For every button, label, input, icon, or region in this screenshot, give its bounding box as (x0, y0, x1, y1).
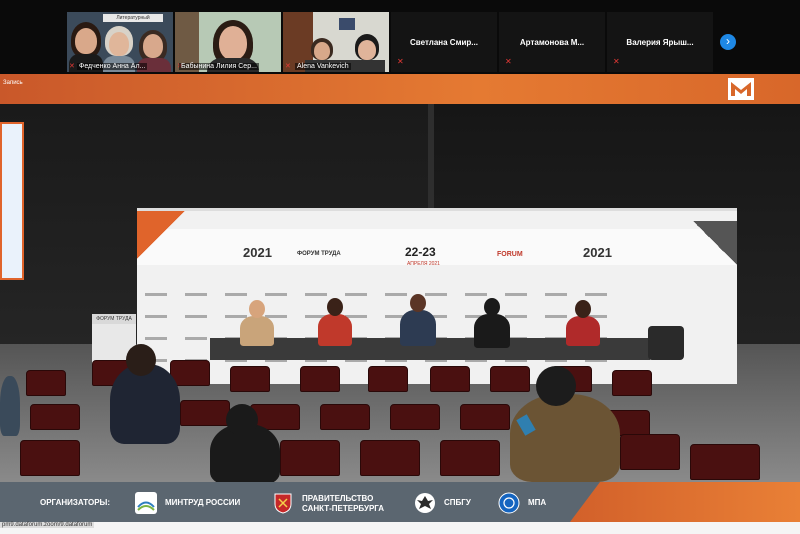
stream-url-caption: pm9.dataforum.zoom/9.dataforum (0, 522, 95, 528)
side-screen (0, 122, 24, 280)
org-mintrud: МИНТРУД РОССИИ (135, 492, 265, 514)
mpa-emblem-icon (498, 492, 520, 514)
video-tile-2[interactable]: ✕ Бабынина Лилия Сер... (175, 12, 281, 72)
main-video[interactable]: 2021 2021 ФОРУМ ТРУДА 22-23 АПРЕЛЯ 2021 … (0, 104, 800, 482)
participant-name: Светлана Смир... (410, 38, 478, 47)
org-mintrud-name: МИНТРУД РОССИИ (165, 498, 241, 507)
participant-name: Валерия Ярыш... (626, 38, 694, 47)
organizers-label: ОРГАНИЗАТОРЫ: (40, 498, 111, 507)
video-tile-3[interactable]: ✕ Alena Vankevich (283, 12, 389, 72)
video-tile-4[interactable]: Светлана Смир... ✕ (391, 12, 497, 72)
recording-bar: Запись (0, 74, 800, 104)
next-page-button[interactable]: › (720, 34, 736, 50)
participant-name: Alena Vankevich (295, 63, 351, 70)
backdrop-month: АПРЕЛЯ 2021 (407, 261, 440, 267)
backdrop-forum-right: FORUM (497, 251, 523, 258)
mintrud-logo-icon (135, 492, 157, 514)
video-tile-5[interactable]: Артамонова М... ✕ (499, 12, 605, 72)
backdrop-dates: 22-23 (405, 245, 436, 259)
chevron-right-icon: › (726, 34, 730, 48)
org-spb-line1: ПРАВИТЕЛЬСТВО (302, 494, 374, 503)
mic-muted-icon: ✕ (285, 63, 291, 70)
org-spbgu: СПБГУ (414, 492, 484, 514)
zoom-window: Литературный ✕ Федченко Анна Ал... ✕ Баб… (0, 0, 800, 534)
spb-coat-of-arms-icon (274, 493, 292, 514)
org-spb-line2: САНКТ-ПЕТЕРБУРГА (302, 504, 385, 513)
backdrop-forum-left: ФОРУМ ТРУДА (297, 251, 341, 257)
participant-name: Федченко Анна Ал... (77, 63, 148, 70)
org-mpa-name: МПА (528, 498, 547, 507)
participant-strip: Литературный ✕ Федченко Анна Ал... ✕ Баб… (0, 0, 800, 80)
video-tile-6[interactable]: Валерия Ярыш... ✕ (607, 12, 713, 72)
background-sign: Литературный (103, 14, 163, 22)
organizers-banner: ОРГАНИЗАТОРЫ: МИНТРУД РОССИИ ПРАВИТЕЛЬСТ… (0, 482, 800, 534)
mic-muted-icon: ✕ (397, 57, 404, 66)
mic-muted-icon: ✕ (69, 63, 75, 70)
mic-muted-icon: ✕ (505, 57, 512, 66)
mic-muted-icon: ✕ (613, 57, 620, 66)
recording-label: Запись (3, 80, 23, 86)
participant-name: Бабынина Лилия Сер... (179, 63, 259, 70)
lectern-label: ФОРУМ ТРУДА (92, 314, 136, 324)
org-mpa: МПА (498, 492, 568, 514)
spbgu-eagle-icon (415, 493, 435, 513)
backdrop-year-right: 2021 (583, 245, 612, 260)
org-spb-government: ПРАВИТЕЛЬСТВО САНКТ-ПЕТЕРБУРГА (272, 492, 402, 514)
video-tile-1[interactable]: Литературный ✕ Федченко Анна Ал... (67, 12, 173, 72)
org-spbgu-name: СПБГУ (444, 498, 471, 507)
participant-name: Артамонова М... (519, 38, 585, 47)
forum-m-logo-icon (728, 78, 754, 100)
backdrop-year-left: 2021 (243, 245, 272, 260)
